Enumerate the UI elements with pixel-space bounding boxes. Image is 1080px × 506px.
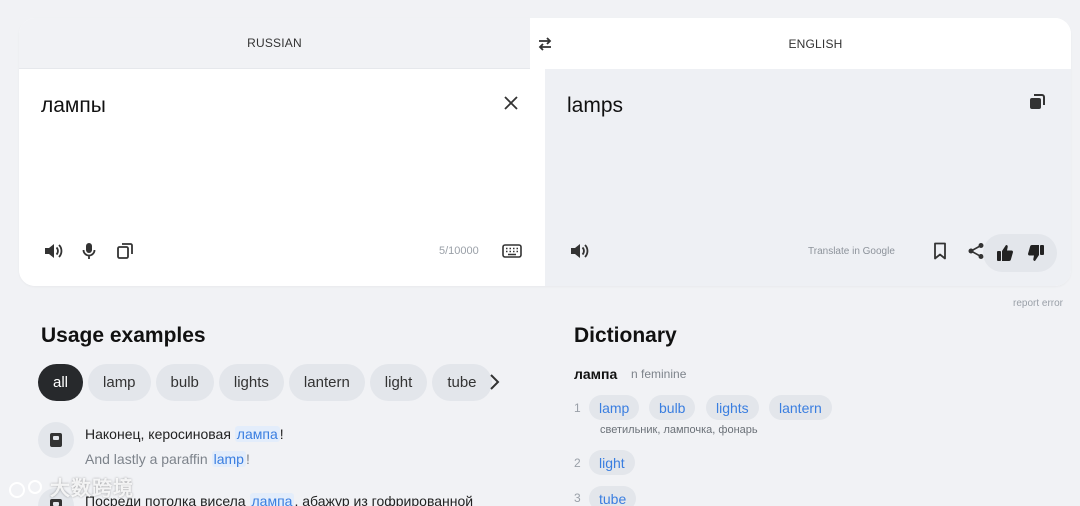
example-highlight[interactable]: лампа — [234, 426, 280, 442]
chip-all[interactable]: all — [38, 364, 84, 401]
bookmark-icon — [934, 242, 946, 260]
speaker-icon — [45, 244, 63, 258]
close-icon — [504, 96, 518, 110]
example-text: ! — [279, 426, 284, 442]
thumbs-down-icon — [1027, 245, 1044, 261]
dictionary-part-of-speech: n feminine — [631, 367, 687, 381]
character-counter: 5/10000 — [439, 245, 479, 257]
sense-number: 1 — [574, 401, 581, 415]
language-bar: RUSSIAN ENGLISH — [19, 18, 1071, 69]
copy-button[interactable] — [1028, 93, 1048, 113]
keyboard-button[interactable] — [500, 239, 524, 263]
keyboard-icon — [502, 244, 522, 258]
example-source-text: Наконец, керосиновая лампа! — [85, 426, 284, 442]
dictionary-heading: Dictionary — [574, 324, 677, 347]
translator-card: RUSSIAN ENGLISH лампы 5/10000 lamps Tran… — [19, 18, 1071, 286]
source-language-button[interactable]: RUSSIAN — [19, 18, 530, 69]
listen-translation-button[interactable] — [567, 239, 591, 263]
tiles-button[interactable] — [113, 239, 137, 263]
translation-chip[interactable]: light — [589, 450, 635, 475]
usage-filter-chips: all lamp bulb lights lantern light tube — [38, 364, 492, 401]
voice-input-button[interactable] — [77, 239, 101, 263]
example-translation-text: And lastly a paraffin lamp! — [85, 451, 250, 467]
swap-languages-button[interactable] — [530, 18, 560, 69]
swap-icon — [538, 36, 552, 51]
thumbs-up-icon — [996, 245, 1013, 261]
book-icon — [38, 422, 74, 458]
feedback-vote — [983, 234, 1057, 272]
chip-light[interactable]: light — [369, 364, 428, 401]
report-error-link[interactable]: report error — [1013, 298, 1063, 309]
copy-icon — [1030, 94, 1045, 109]
example-source-text: Посреди потолка висела лампа, абажур из … — [85, 493, 473, 506]
example-text: And lastly a paraffin — [85, 451, 212, 467]
chip-lantern[interactable]: lantern — [288, 364, 365, 401]
source-pane[interactable]: лампы 5/10000 — [19, 69, 545, 286]
tiles-icon — [117, 243, 133, 259]
chips-next-button[interactable] — [484, 372, 504, 392]
usage-examples-heading: Usage examples — [41, 324, 206, 347]
translate-in-google-link[interactable]: Translate in Google — [808, 246, 895, 257]
watermark-text: 大数跨境 — [50, 478, 134, 500]
bookmark-button[interactable] — [928, 239, 952, 263]
chevron-right-icon — [490, 374, 500, 390]
chip-bulb[interactable]: bulb — [155, 364, 214, 401]
example-text: Наконец, керосиновая — [85, 426, 235, 442]
chip-lights[interactable]: lights — [218, 364, 284, 401]
dictionary-headword: лампа — [574, 366, 618, 382]
example-highlight[interactable]: лампа — [249, 493, 295, 506]
translation-chip[interactable]: bulb — [649, 395, 696, 420]
translation-chip[interactable]: lamp — [589, 395, 640, 420]
sense-synonyms: светильник, лампочка, фонарь — [600, 424, 758, 436]
watermark-logo: 大数跨境 — [8, 472, 134, 502]
thumbs-down-button[interactable] — [1027, 244, 1045, 262]
example-text: , абажур из гофрированной — [294, 493, 474, 506]
sense-number: 3 — [574, 491, 581, 505]
clear-button[interactable] — [501, 93, 521, 113]
source-text-input[interactable]: лампы — [41, 94, 106, 118]
thumbs-up-button[interactable] — [996, 244, 1014, 262]
example-text: ! — [245, 451, 250, 467]
listen-source-button[interactable] — [41, 239, 65, 263]
translation-chip[interactable]: tube — [589, 486, 637, 506]
microphone-icon — [82, 243, 96, 259]
translation-chip[interactable]: lights — [706, 395, 759, 420]
speaker-icon — [571, 244, 589, 258]
chip-lamp[interactable]: lamp — [88, 364, 151, 401]
target-pane: lamps Translate in Google — [545, 69, 1071, 286]
chip-tube[interactable]: tube — [432, 364, 492, 401]
target-language-button[interactable]: ENGLISH — [560, 18, 1071, 69]
translation-text: lamps — [567, 94, 624, 117]
example-highlight[interactable]: lamp — [211, 451, 246, 467]
translation-chip[interactable]: lantern — [769, 395, 832, 420]
sense-number: 2 — [574, 456, 581, 470]
watermark-icon — [9, 479, 42, 498]
